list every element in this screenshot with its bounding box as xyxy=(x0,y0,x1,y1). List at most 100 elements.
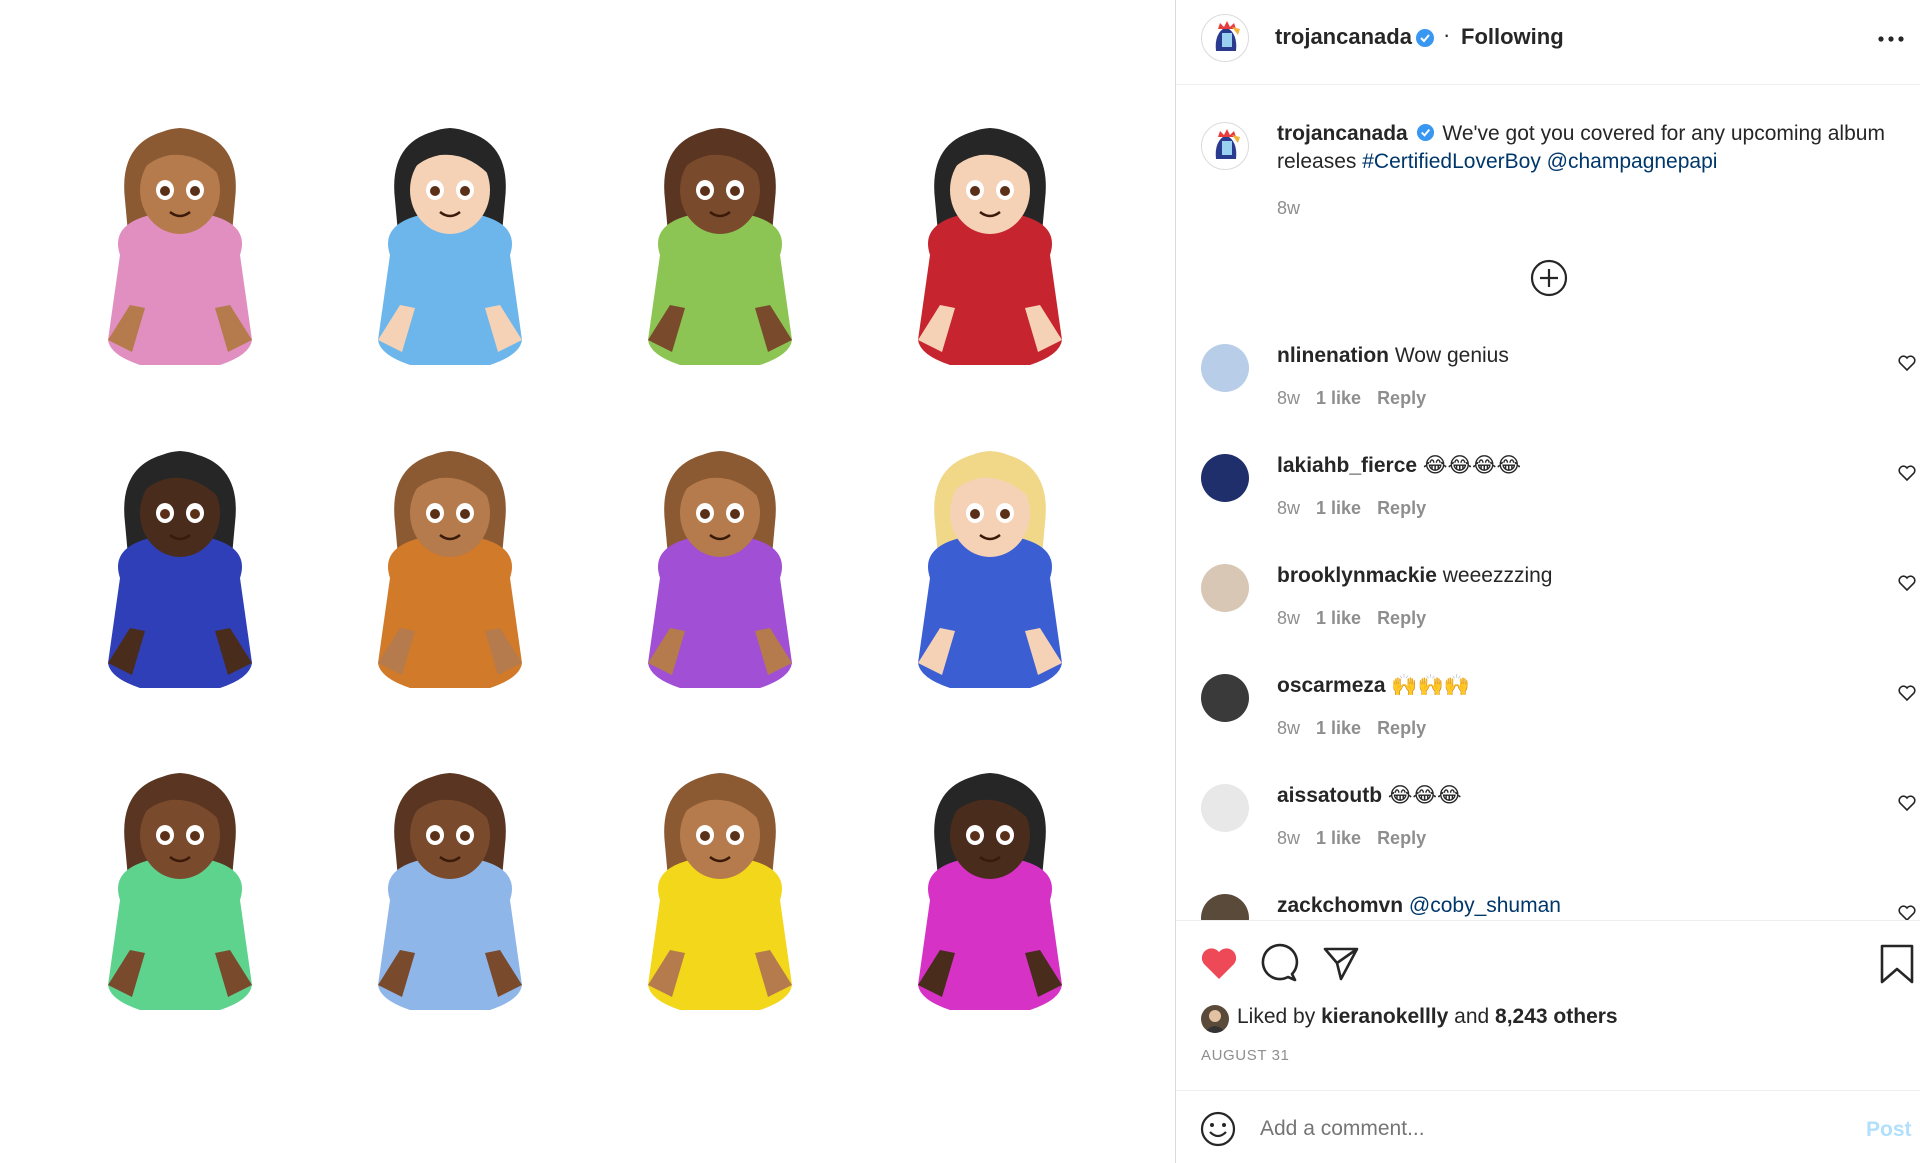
caption-time: 8w xyxy=(1277,198,1301,218)
emoji-grid xyxy=(108,128,1062,1010)
like-heart-icon[interactable] xyxy=(1199,945,1239,981)
header-separator: · xyxy=(1443,22,1451,47)
comment-row: nlinenation Wow genius 8w 1 like Reply xyxy=(1176,336,1920,446)
commenter-username[interactable]: nlinenation xyxy=(1277,344,1389,367)
comment-likes[interactable]: 1 like xyxy=(1316,388,1361,408)
commenter-avatar[interactable] xyxy=(1201,894,1249,920)
trojan-logo-icon xyxy=(1215,129,1240,159)
emoji-woman-7 xyxy=(648,451,792,688)
comment-time[interactable]: 8w xyxy=(1277,498,1300,518)
comment-row: lakiahb_fierce 😂😂😂😂 8w 1 like Reply xyxy=(1176,446,1920,556)
post-date[interactable]: AUGUST 31 xyxy=(1201,1047,1290,1064)
comment-body: 🙌🙌🙌 xyxy=(1385,674,1470,697)
header-username[interactable]: trojancanada xyxy=(1275,24,1412,50)
trojan-logo-icon xyxy=(1215,21,1240,51)
caption: trojancanada We've got you covered for a… xyxy=(1176,86,1920,297)
verified-badge-icon xyxy=(1416,123,1434,142)
commenter-username[interactable]: oscarmeza xyxy=(1277,674,1386,697)
comment-body: 😂😂😂😂 xyxy=(1417,454,1522,477)
liked-by-prefix: Liked by xyxy=(1237,1005,1316,1028)
post-actions: Liked by kieranokellly and 8,243 others … xyxy=(1176,920,1920,1090)
comment-row: zackchomvn @coby_shuman xyxy=(1176,886,1920,920)
comment-reply-button[interactable]: Reply xyxy=(1377,828,1426,848)
comment-reply-button[interactable]: Reply xyxy=(1377,388,1426,408)
comment-likes[interactable]: 1 like xyxy=(1316,608,1361,628)
emoji-woman-9 xyxy=(108,773,252,1010)
caption-author-avatar[interactable] xyxy=(1201,122,1249,170)
comment-likes[interactable]: 1 like xyxy=(1316,828,1361,848)
comment-reply-button[interactable]: Reply xyxy=(1377,718,1426,738)
emoji-woman-10 xyxy=(378,773,522,1010)
post-image[interactable] xyxy=(0,0,1175,1163)
commenter-avatar[interactable] xyxy=(1201,454,1249,502)
comment-text: brooklynmackie weeezzzing xyxy=(1277,562,1552,590)
author-avatar[interactable] xyxy=(1201,14,1249,62)
comment-like-heart-icon[interactable] xyxy=(1897,794,1917,812)
caption-body: We've got you covered for any upcoming a… xyxy=(1442,122,1885,145)
hashtag-link[interactable]: #CertifiedLoverBoy xyxy=(1362,150,1541,173)
emoji-woman-6 xyxy=(378,451,522,688)
emoji-picker-icon[interactable] xyxy=(1199,1110,1237,1148)
mention-link[interactable]: @champagnepapi xyxy=(1547,150,1718,173)
comment-meta: 8w 1 like Reply xyxy=(1277,608,1442,629)
commenter-avatar[interactable] xyxy=(1201,674,1249,722)
comment-body: 😂😂😂 xyxy=(1382,784,1462,807)
comment-bubble-icon[interactable] xyxy=(1260,943,1300,983)
save-bookmark-icon[interactable] xyxy=(1879,943,1915,985)
comment-time[interactable]: 8w xyxy=(1277,718,1300,738)
commenter-username[interactable]: zackchomvn xyxy=(1277,894,1403,917)
comment-text: oscarmeza 🙌🙌🙌 xyxy=(1277,672,1470,700)
post-comment-button[interactable]: Post xyxy=(1866,1118,1912,1142)
comment-like-heart-icon[interactable] xyxy=(1897,684,1917,702)
comment-like-heart-icon[interactable] xyxy=(1897,464,1917,482)
comment-like-heart-icon[interactable] xyxy=(1897,354,1917,372)
comment-time[interactable]: 8w xyxy=(1277,388,1300,408)
commenter-username[interactable]: aissatoutb xyxy=(1277,784,1382,807)
liked-by-others[interactable]: 8,243 others xyxy=(1495,1005,1618,1028)
comment-reply-button[interactable]: Reply xyxy=(1377,608,1426,628)
load-more-comments-icon[interactable] xyxy=(1529,258,1569,298)
comment-time[interactable]: 8w xyxy=(1277,828,1300,848)
comment-reply-button[interactable]: Reply xyxy=(1377,498,1426,518)
comment-body[interactable]: @coby_shuman xyxy=(1403,894,1561,917)
liked-by-line: Liked by kieranokellly and 8,243 others xyxy=(1237,1005,1618,1029)
comment-text: zackchomvn @coby_shuman xyxy=(1277,892,1561,920)
comment-time[interactable]: 8w xyxy=(1277,608,1300,628)
post-header: trojancanada · Following xyxy=(1176,0,1920,85)
comment-body: Wow genius xyxy=(1389,344,1509,367)
caption-body-line2: releases xyxy=(1277,150,1357,173)
share-paper-plane-icon[interactable] xyxy=(1321,943,1361,983)
comment-body: weeezzzing xyxy=(1436,564,1553,587)
commenter-avatar[interactable] xyxy=(1201,344,1249,392)
emoji-woman-12 xyxy=(918,773,1062,1010)
commenter-username[interactable]: lakiahb_fierce xyxy=(1277,454,1417,477)
more-options-icon[interactable] xyxy=(1876,34,1906,44)
comment-row: brooklynmackie weeezzzing 8w 1 like Reply xyxy=(1176,556,1920,666)
comment-like-heart-icon[interactable] xyxy=(1897,904,1917,920)
comment-meta: 8w 1 like Reply xyxy=(1277,718,1442,739)
comments-section[interactable]: trojancanada We've got you covered for a… xyxy=(1176,86,1920,920)
commenter-avatar[interactable] xyxy=(1201,784,1249,832)
commenter-username[interactable]: brooklynmackie xyxy=(1277,564,1437,587)
following-button[interactable]: Following xyxy=(1461,24,1564,50)
comment-text: aissatoutb 😂😂😂 xyxy=(1277,782,1461,810)
comment-meta: 8w 1 like Reply xyxy=(1277,498,1442,519)
comment-input[interactable] xyxy=(1260,1109,1820,1149)
emoji-woman-1 xyxy=(108,128,252,365)
emoji-woman-8 xyxy=(918,451,1062,688)
commenter-avatar[interactable] xyxy=(1201,564,1249,612)
post-sidebar: trojancanada · Following trojancanada We… xyxy=(1175,0,1920,1163)
comment-likes[interactable]: 1 like xyxy=(1316,718,1361,738)
emoji-woman-3 xyxy=(648,128,792,365)
liked-by-user[interactable]: kieranokellly xyxy=(1321,1005,1448,1028)
emoji-woman-5 xyxy=(108,451,252,688)
comment-row: aissatoutb 😂😂😂 8w 1 like Reply xyxy=(1176,776,1920,886)
emoji-woman-11 xyxy=(648,773,792,1010)
liker-avatar[interactable] xyxy=(1201,1005,1229,1033)
caption-username[interactable]: trojancanada xyxy=(1277,122,1408,145)
comment-meta: 8w 1 like Reply xyxy=(1277,828,1442,849)
add-comment-bar: Post xyxy=(1176,1090,1920,1163)
comment-like-heart-icon[interactable] xyxy=(1897,574,1917,592)
comment-meta: 8w 1 like Reply xyxy=(1277,388,1442,409)
comment-likes[interactable]: 1 like xyxy=(1316,498,1361,518)
